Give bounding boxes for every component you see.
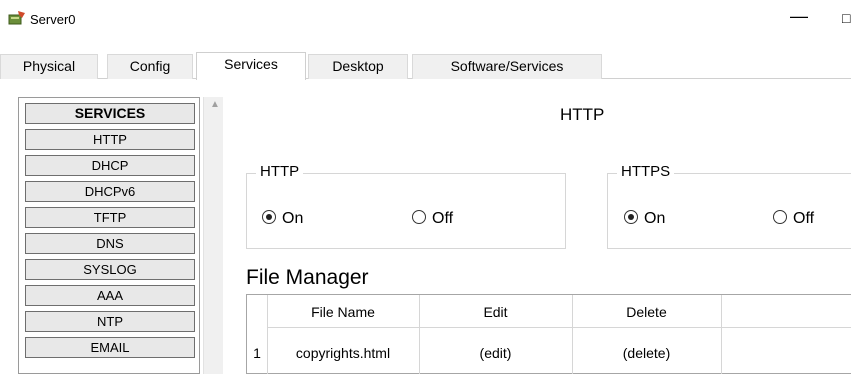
services-header: SERVICES bbox=[25, 103, 195, 124]
file-name-cell: copyrights.html bbox=[295, 345, 391, 361]
service-syslog-button[interactable]: SYSLOG bbox=[25, 259, 195, 280]
maximize-icon[interactable]: □ bbox=[842, 10, 850, 26]
services-list: SERVICES HTTP DHCP DHCPv6 TFTP DNS SYSLO… bbox=[18, 97, 200, 374]
column-header-edit: Edit bbox=[483, 304, 508, 320]
tab-software-services[interactable]: Software/Services bbox=[412, 54, 602, 79]
service-tftp-button[interactable]: TFTP bbox=[25, 207, 195, 228]
service-dns-button[interactable]: DNS bbox=[25, 233, 195, 254]
service-dhcpv6-button[interactable]: DHCPv6 bbox=[25, 181, 195, 202]
tab-bar: Physical Config Services Desktop Softwar… bbox=[0, 52, 851, 80]
scroll-up-icon[interactable]: ▲ bbox=[210, 99, 220, 110]
panel-title: HTTP bbox=[560, 105, 605, 124]
radio-unchecked-icon bbox=[773, 210, 787, 224]
table-divider bbox=[267, 327, 851, 328]
http-on-radio[interactable]: On bbox=[262, 210, 303, 228]
service-ntp-button[interactable]: NTP bbox=[25, 311, 195, 332]
file-manager-table: File Name Edit Delete 1 copyrights.html … bbox=[246, 294, 851, 374]
http-on-label: On bbox=[282, 210, 304, 227]
service-dhcp-button[interactable]: DHCP bbox=[25, 155, 195, 176]
delete-file-link[interactable]: (delete) bbox=[572, 345, 721, 361]
server-app-icon bbox=[8, 11, 25, 25]
https-on-label: On bbox=[644, 210, 666, 227]
radio-checked-icon bbox=[624, 210, 638, 224]
tab-desktop[interactable]: Desktop bbox=[308, 54, 408, 79]
file-manager-title: File Manager bbox=[246, 266, 369, 289]
https-group-label: HTTPS bbox=[617, 163, 675, 180]
minimize-icon[interactable]: — bbox=[790, 6, 808, 27]
window-titlebar: Server0 — □ bbox=[0, 4, 851, 44]
https-off-label: Off bbox=[793, 210, 815, 227]
column-header-delete: Delete bbox=[626, 304, 667, 320]
service-email-button[interactable]: EMAIL bbox=[25, 337, 195, 358]
service-http-button[interactable]: HTTP bbox=[25, 129, 195, 150]
https-on-radio[interactable]: On bbox=[624, 210, 665, 228]
tab-physical[interactable]: Physical bbox=[0, 54, 98, 79]
radio-unchecked-icon bbox=[412, 210, 426, 224]
edit-file-link[interactable]: (edit) bbox=[419, 345, 572, 361]
https-off-radio[interactable]: Off bbox=[773, 210, 814, 228]
window-title: Server0 bbox=[30, 12, 76, 27]
radio-checked-icon bbox=[262, 210, 276, 224]
http-off-label: Off bbox=[432, 210, 454, 227]
tab-config[interactable]: Config bbox=[107, 54, 193, 79]
service-aaa-button[interactable]: AAA bbox=[25, 285, 195, 306]
table-divider bbox=[721, 295, 722, 374]
row-index: 1 bbox=[253, 345, 261, 361]
http-group-label: HTTP bbox=[256, 163, 304, 180]
services-scrollbar[interactable]: ▲ bbox=[203, 97, 223, 374]
http-off-radio[interactable]: Off bbox=[412, 210, 453, 228]
tab-services[interactable]: Services bbox=[196, 52, 306, 80]
column-header-file-name: File Name bbox=[311, 304, 375, 320]
